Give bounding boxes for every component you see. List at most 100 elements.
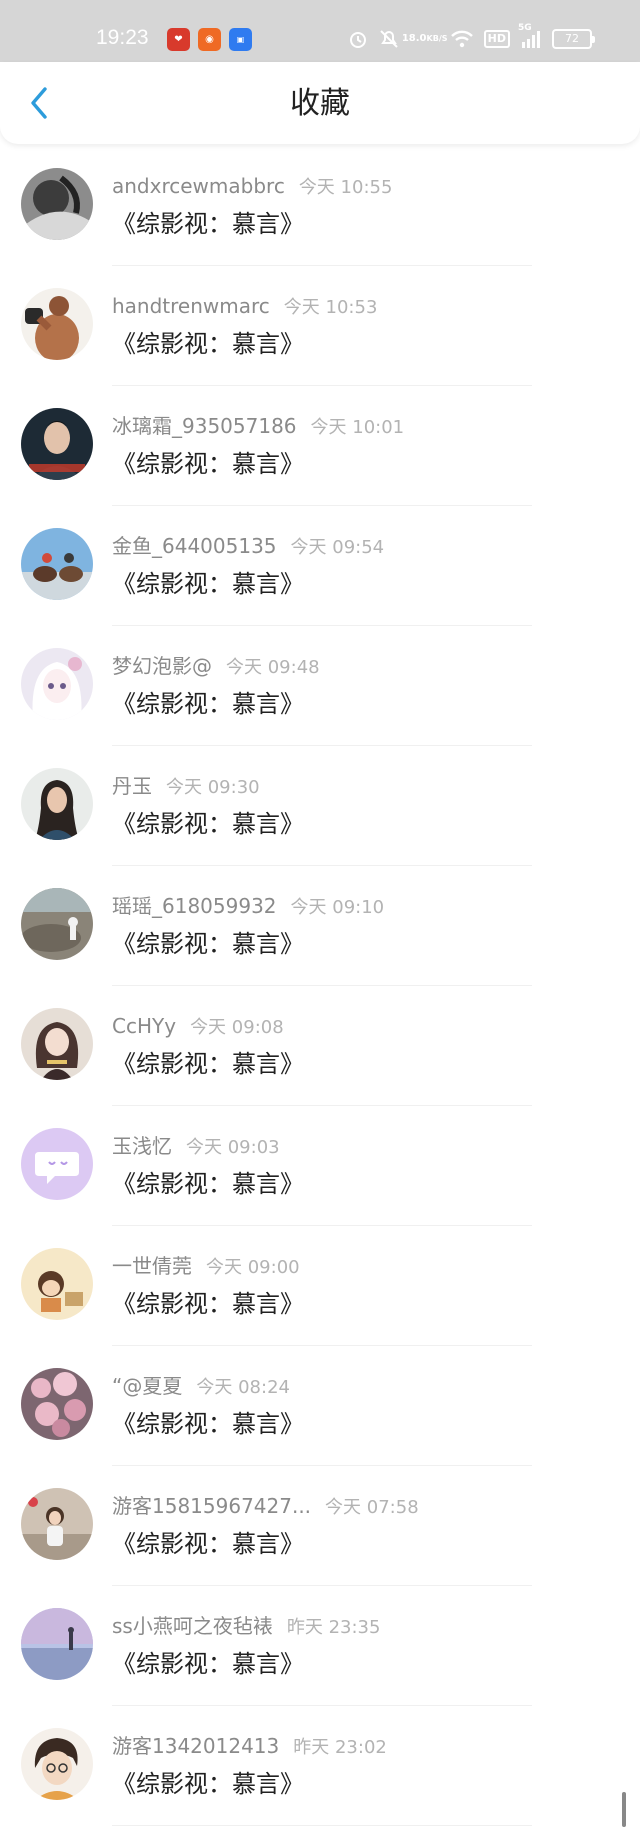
avatar[interactable] — [21, 1728, 93, 1800]
user-name[interactable]: 一世倩莞 — [112, 1254, 192, 1278]
favorite-content[interactable]: 《综影视：慕言》 — [112, 688, 304, 720]
user-name[interactable]: 梦幻泡影@ — [112, 654, 212, 678]
status-icons: 18.0 KB/S HD 5G 72 — [348, 23, 595, 52]
favorite-content[interactable]: 《综影视：慕言》 — [112, 928, 304, 960]
alarm-icon — [348, 29, 368, 49]
favorite-content[interactable]: 《综影视：慕言》 — [112, 1048, 304, 1080]
name-row: 游客15815967427... 今天 07:58 — [112, 1494, 419, 1520]
name-row: 游客1342012413 昨天 23:02 — [112, 1734, 387, 1760]
page-title: 收藏 — [290, 86, 350, 121]
post-time: 今天 09:03 — [186, 1137, 280, 1158]
net-speed-unit: KB/S — [426, 34, 448, 43]
app-icon-blue: ▣ — [229, 28, 252, 51]
list-item[interactable]: 游客1342012413 昨天 23:02 《综影视：慕言》 — [0, 1706, 640, 1826]
name-row: 梦幻泡影@ 今天 09:48 — [112, 654, 320, 680]
user-name[interactable]: CcHYy — [112, 1014, 176, 1038]
avatar[interactable] — [21, 1488, 93, 1560]
name-row: CcHYy 今天 09:08 — [112, 1014, 284, 1040]
name-row: 玉浅忆 今天 09:03 — [112, 1134, 280, 1160]
favorite-content[interactable]: 《综影视：慕言》 — [112, 1648, 304, 1680]
post-time: 今天 08:24 — [196, 1377, 290, 1398]
post-time: 今天 10:01 — [310, 417, 405, 438]
list-item[interactable]: 游客15815967427... 今天 07:58 《综影视：慕言》 — [0, 1466, 640, 1586]
avatar[interactable] — [21, 288, 93, 360]
user-name[interactable]: 玉浅忆 — [112, 1134, 172, 1158]
list-item[interactable]: ss小燕呵之夜毡裱 昨天 23:35 《综影视：慕言》 — [0, 1586, 640, 1706]
post-time: 昨天 23:35 — [286, 1617, 381, 1638]
list-item[interactable]: 一世倩莞 今天 09:00 《综影视：慕言》 — [0, 1226, 640, 1346]
favorite-content[interactable]: 《综影视：慕言》 — [112, 448, 304, 480]
favorite-content[interactable]: 《综影视：慕言》 — [112, 208, 304, 240]
hd-badge: HD — [483, 30, 510, 48]
signal-icon: 5G — [518, 23, 542, 49]
favorite-content[interactable]: 《综影视：慕言》 — [112, 568, 304, 600]
list-item[interactable]: 丹玉 今天 09:30 《综影视：慕言》 — [0, 746, 640, 866]
user-name[interactable]: “@夏夏 — [112, 1374, 182, 1398]
status-time: 19:23 — [96, 26, 149, 49]
scrollbar[interactable] — [622, 1792, 626, 1827]
name-row: andxrcewmabbrc 今天 10:55 — [112, 174, 392, 200]
favorite-content[interactable]: 《综影视：慕言》 — [112, 1168, 304, 1200]
post-time: 今天 09:30 — [166, 777, 260, 798]
avatar[interactable] — [21, 768, 93, 840]
list-item[interactable]: andxrcewmabbrc 今天 10:55 《综影视：慕言》 — [0, 146, 640, 266]
signal-label: 5G — [518, 23, 532, 33]
user-name[interactable]: 冰璃霜_935057186 — [112, 414, 297, 438]
favorite-content[interactable]: 《综影视：慕言》 — [112, 328, 304, 360]
avatar[interactable] — [21, 168, 93, 240]
header: 收藏 — [0, 62, 640, 144]
status-bar: 19:23 ❤ ◉ ▣ 18.0 KB/S HD 5G 72 — [0, 0, 640, 62]
list-item[interactable]: 冰璃霜_935057186 今天 10:01 《综影视：慕言》 — [0, 386, 640, 506]
avatar[interactable] — [21, 1248, 93, 1320]
user-name[interactable]: 丹玉 — [112, 774, 152, 798]
favorites-list: andxrcewmabbrc 今天 10:55 《综影视：慕言》 handtren… — [0, 146, 640, 1826]
avatar[interactable] — [21, 408, 93, 480]
post-time: 今天 09:54 — [290, 537, 385, 558]
post-time: 今天 09:48 — [226, 657, 320, 678]
avatar[interactable] — [21, 888, 93, 960]
post-time: 今天 09:00 — [206, 1257, 300, 1278]
avatar[interactable] — [21, 1128, 93, 1200]
name-row: 丹玉 今天 09:30 — [112, 774, 260, 800]
favorite-content[interactable]: 《综影视：慕言》 — [112, 1528, 304, 1560]
post-time: 今天 09:08 — [190, 1017, 284, 1038]
list-item[interactable]: 玉浅忆 今天 09:03 《综影视：慕言》 — [0, 1106, 640, 1226]
net-speed: 18.0 KB/S — [402, 34, 448, 44]
avatar[interactable] — [21, 1368, 93, 1440]
user-name[interactable]: 游客1342012413 — [112, 1734, 279, 1758]
post-time: 今天 10:55 — [298, 177, 393, 198]
net-speed-value: 18.0 — [401, 33, 427, 44]
list-item[interactable]: “@夏夏 今天 08:24 《综影视：慕言》 — [0, 1346, 640, 1466]
post-time: 昨天 23:02 — [293, 1737, 387, 1758]
name-row: 瑶瑶_618059932 今天 09:10 — [112, 894, 384, 920]
user-name[interactable]: handtrenwmarc — [112, 294, 270, 318]
user-name[interactable]: andxrcewmabbrc — [112, 174, 285, 198]
avatar[interactable] — [21, 648, 93, 720]
battery-icon: 72 — [552, 29, 595, 49]
list-item[interactable]: 瑶瑶_618059932 今天 09:10 《综影视：慕言》 — [0, 866, 640, 986]
user-name[interactable]: 金鱼_644005135 — [112, 534, 277, 558]
list-item[interactable]: handtrenwmarc 今天 10:53 《综影视：慕言》 — [0, 266, 640, 386]
avatar[interactable] — [21, 1608, 93, 1680]
app-icon-red: ❤ — [167, 28, 190, 51]
favorite-content[interactable]: 《综影视：慕言》 — [112, 808, 304, 840]
avatar[interactable] — [21, 528, 93, 600]
name-row: 冰璃霜_935057186 今天 10:01 — [112, 414, 404, 440]
name-row: ss小燕呵之夜毡裱 昨天 23:35 — [112, 1614, 380, 1640]
favorite-content[interactable]: 《综影视：慕言》 — [112, 1768, 304, 1800]
name-row: handtrenwmarc 今天 10:53 — [112, 294, 377, 320]
favorite-content[interactable]: 《综影视：慕言》 — [112, 1408, 304, 1440]
avatar[interactable] — [21, 1008, 93, 1080]
user-name[interactable]: 瑶瑶_618059932 — [112, 894, 277, 918]
list-item[interactable]: CcHYy 今天 09:08 《综影视：慕言》 — [0, 986, 640, 1106]
favorite-content[interactable]: 《综影视：慕言》 — [112, 1288, 304, 1320]
wifi-icon — [450, 29, 474, 49]
name-row: 一世倩莞 今天 09:00 — [112, 1254, 300, 1280]
user-name[interactable]: ss小燕呵之夜毡裱 — [112, 1614, 273, 1638]
list-item[interactable]: 梦幻泡影@ 今天 09:48 《综影视：慕言》 — [0, 626, 640, 746]
list-item[interactable]: 金鱼_644005135 今天 09:54 《综影视：慕言》 — [0, 506, 640, 626]
app-icon-orange: ◉ — [198, 28, 221, 51]
post-time: 今天 07:58 — [325, 1497, 419, 1518]
post-time: 今天 09:10 — [290, 897, 385, 918]
user-name[interactable]: 游客15815967427... — [112, 1494, 311, 1518]
